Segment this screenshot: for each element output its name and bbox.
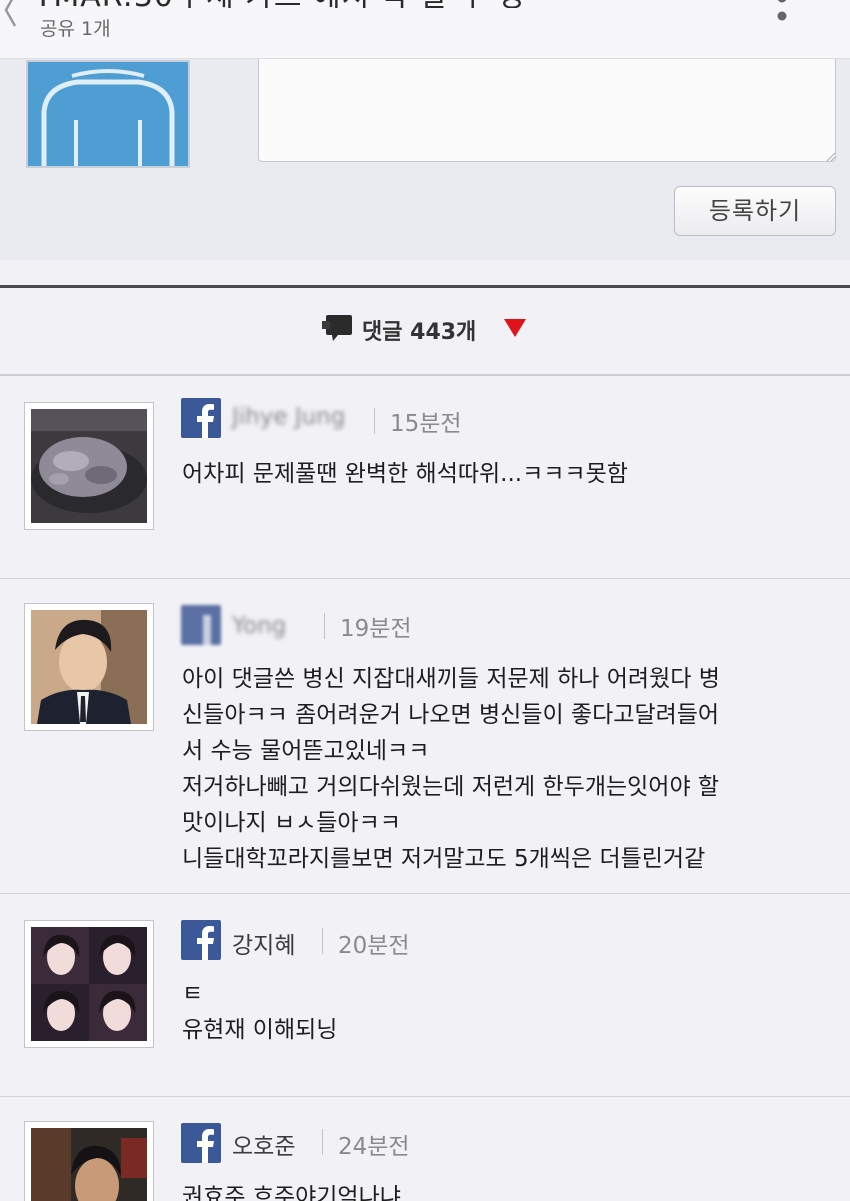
comment-author[interactable]: 강지혜 [232, 926, 295, 960]
comment-line: 맛이나지 ㅂㅅ들아ㅋㅋ [182, 810, 401, 836]
comment-item: 오호준 24분전 권효주 흐주야기억나냐 [0, 1097, 850, 1201]
comment-body: ㅌ 유현재 이해되닝 [182, 976, 832, 1048]
comment-time: 24분전 [338, 1134, 410, 1160]
comment-time: 20분전 [338, 933, 410, 959]
comment-item: 강지혜 20분전 ㅌ 유현재 이해되닝 [0, 894, 850, 1097]
comments-header[interactable]: 댓글 443개 [0, 288, 850, 376]
register-button[interactable]: 등록하기 [674, 186, 836, 236]
comment-time: 15분전 [390, 411, 462, 437]
comment-line: 유현재 이해되닝 [182, 1017, 338, 1043]
more-vertical-icon[interactable] [770, 0, 794, 34]
sort-down-arrow-icon[interactable] [504, 319, 526, 337]
avatar[interactable] [24, 1121, 154, 1201]
avatar[interactable] [24, 920, 154, 1048]
separator [322, 928, 323, 954]
comment-item: Yong 19분전 아이 댓글쓴 병신 지잡대새끼들 저문제 하나 어려웠다 병… [0, 579, 850, 894]
comment-line: 어차피 문제풀땐 완벽한 해석따위...ㅋㅋㅋ못함 [182, 461, 628, 487]
comment-line: 신들아ㅋㅋ 좀어려운거 나오면 병신들이 좋다고달려들어 [182, 702, 720, 728]
comment-body: 어차피 문제풀땐 완벽한 해석따위...ㅋㅋㅋ못함 [182, 456, 832, 492]
comment-item: Jihye Jung 15분전 어차피 문제풀땐 완벽한 해석따위...ㅋㅋㅋ못… [0, 376, 850, 579]
page-title: TMAR:30 | 세 가르 에서 작 말 수 당 [34, 0, 694, 8]
comment-input[interactable] [258, 54, 836, 162]
comment-line: 서 수능 물어뜯고있네ㅋㅋ [182, 738, 430, 764]
top-app-bar: TMAR:30 | 세 가르 에서 작 말 수 당 공유 1개 [0, 0, 850, 59]
facebook-icon [181, 605, 221, 645]
share-count: 공유 1개 [40, 18, 111, 40]
separator [322, 1129, 323, 1155]
comment-line: ㅌ [182, 981, 204, 1007]
comment-body: 아이 댓글쓴 병신 지잡대새끼들 저문제 하나 어려웠다 병 신들아ㅋㅋ 좀어려… [182, 661, 832, 877]
comment-author[interactable]: 오호준 [232, 1127, 295, 1161]
resize-grip-icon[interactable] [826, 152, 836, 162]
back-chevron-icon[interactable] [2, 0, 18, 30]
comment-author[interactable]: Yong [232, 613, 286, 639]
comment-body: 권효주 흐주야기억나냐 [182, 1179, 832, 1201]
comments-count: 댓글 443개 [362, 320, 477, 345]
selfie-collage-avatar [31, 927, 147, 1041]
facebook-icon [181, 920, 221, 960]
comment-line: 권효주 흐주야기억나냐 [182, 1184, 401, 1201]
speech-bubble-icon [322, 315, 352, 341]
comment-compose-area: 등록하기 [0, 54, 850, 260]
comment-time: 19분전 [340, 616, 412, 642]
default-user-avatar [26, 60, 190, 168]
comment-line: 저거하나빼고 거의다쉬웠는데 저런게 한두개는잇어야 할 [182, 774, 720, 800]
separator [324, 613, 325, 639]
comment-line: 아이 댓글쓴 병신 지잡대새끼들 저문제 하나 어려웠다 병 [182, 666, 720, 692]
separator [374, 408, 375, 434]
avatar[interactable] [24, 402, 154, 530]
user-silhouette-icon [28, 62, 188, 166]
comment-line: 니들대학꼬라지를보면 저거말고도 5개씩은 더틀린거같 [182, 846, 706, 872]
person-photo-avatar [31, 610, 147, 724]
facebook-icon [181, 1123, 221, 1163]
avatar[interactable] [24, 603, 154, 731]
person-photo-avatar [31, 1128, 147, 1201]
comment-author[interactable]: Jihye Jung [232, 404, 345, 430]
facebook-icon [181, 398, 221, 438]
food-photo-avatar [31, 409, 147, 523]
